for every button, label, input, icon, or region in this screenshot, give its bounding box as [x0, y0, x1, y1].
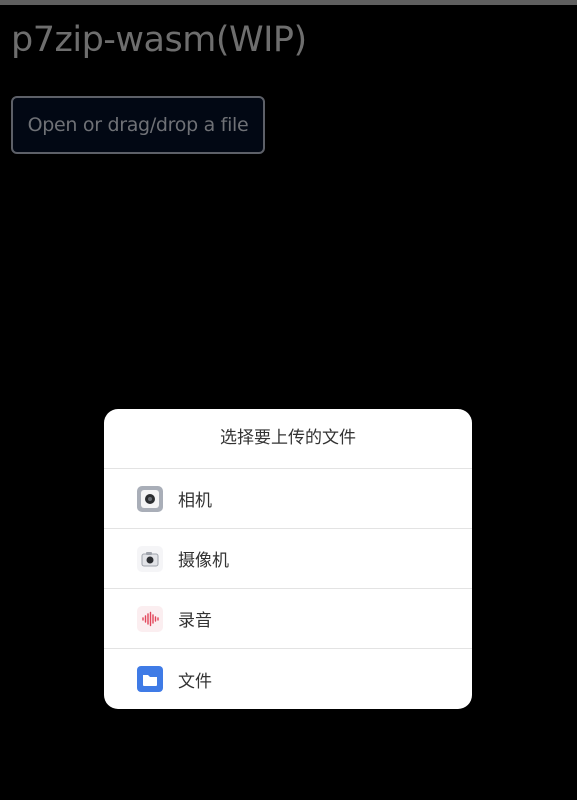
option-label: 摄像机	[178, 551, 229, 571]
folder-icon	[136, 665, 164, 693]
audio-recorder-icon	[136, 605, 164, 633]
file-chooser-option-camera[interactable]: 相机	[104, 469, 472, 529]
file-chooser-option-audio-recorder[interactable]: 录音	[104, 589, 472, 649]
file-chooser-sheet: 选择要上传的文件 相机 摄像机 录音 文件	[104, 409, 472, 709]
camera-icon	[136, 485, 164, 513]
open-file-button[interactable]: Open or drag/drop a file	[11, 96, 265, 154]
file-chooser-option-video-camera[interactable]: 摄像机	[104, 529, 472, 589]
video-camera-icon	[136, 545, 164, 573]
file-chooser-title: 选择要上传的文件	[104, 409, 472, 469]
top-bar	[0, 0, 577, 5]
option-label: 相机	[178, 491, 212, 511]
option-label: 录音	[178, 611, 212, 631]
option-label: 文件	[178, 671, 212, 692]
page-title: p7zip-wasm(WIP)	[11, 20, 307, 60]
file-chooser-option-files[interactable]: 文件	[104, 649, 472, 709]
